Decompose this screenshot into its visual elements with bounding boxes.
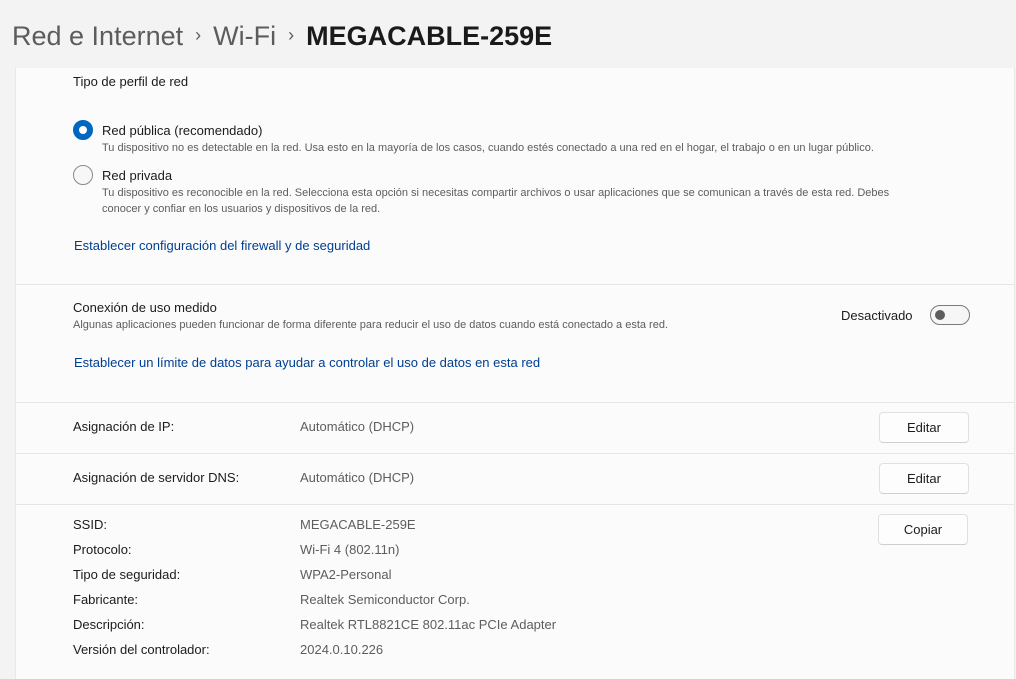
settings-page: Red e Internet › Wi-Fi › MEGACABLE-259E …	[0, 0, 1016, 679]
metered-connection-description: Algunas aplicaciones pueden funcionar de…	[73, 319, 669, 331]
dns-assignment-section: Asignación de servidor DNS: Automático (…	[16, 454, 1014, 504]
edit-dns-button[interactable]: Editar	[879, 463, 969, 494]
copy-properties-button[interactable]: Copiar	[878, 514, 968, 545]
metered-connection-toggle[interactable]	[930, 305, 970, 325]
dns-assignment-label: Asignación de servidor DNS:	[73, 470, 240, 485]
property-value-ssid: MEGACABLE-259E	[300, 517, 416, 532]
private-network-description-line1: Tu dispositivo es reconocible en la red.…	[102, 187, 890, 199]
firewall-settings-link[interactable]: Establecer configuración del firewall y …	[74, 238, 370, 253]
property-label-manufacturer: Fabricante:	[73, 592, 139, 607]
settings-content: Tipo de perfil de red Red pública (recom…	[15, 68, 1015, 679]
property-value-manufacturer: Realtek Semiconductor Corp.	[300, 592, 470, 607]
private-network-label[interactable]: Red privada	[102, 168, 172, 183]
property-label-protocol: Protocolo:	[73, 542, 132, 557]
property-value-security-type: WPA2-Personal	[300, 567, 392, 582]
breadcrumb: Red e Internet › Wi-Fi › MEGACABLE-259E	[12, 14, 552, 58]
chevron-right-icon: ›	[195, 24, 202, 45]
public-network-label[interactable]: Red pública (recomendado)	[102, 123, 262, 138]
chevron-right-icon: ›	[288, 24, 295, 45]
property-label-security-type: Tipo de seguridad:	[73, 567, 181, 582]
network-profile-title: Tipo de perfil de red	[73, 74, 189, 89]
network-properties-section: Copiar SSID: MEGACABLE-259E Protocolo: W…	[16, 505, 1014, 679]
property-value-description: Realtek RTL8821CE 802.11ac PCIe Adapter	[300, 617, 557, 632]
metered-connection-section: Conexión de uso medido Algunas aplicacio…	[16, 285, 1014, 402]
ip-assignment-section: Asignación de IP: Automático (DHCP) Edit…	[16, 403, 1014, 453]
breadcrumb-item-network[interactable]: Red e Internet	[12, 21, 183, 52]
metered-connection-title: Conexión de uso medido	[73, 300, 217, 315]
dns-assignment-value: Automático (DHCP)	[300, 470, 415, 485]
edit-ip-button[interactable]: Editar	[879, 412, 969, 443]
public-network-description: Tu dispositivo no es detectable en la re…	[102, 142, 874, 154]
public-network-radio[interactable]	[73, 120, 93, 140]
property-value-protocol: Wi-Fi 4 (802.11n)	[300, 542, 400, 557]
property-label-description: Descripción:	[73, 617, 145, 632]
data-limit-link[interactable]: Establecer un límite de datos para ayuda…	[74, 355, 540, 370]
breadcrumb-item-wifi[interactable]: Wi-Fi	[213, 21, 276, 52]
private-network-description-line2: conocer y confiar en los usuarios y disp…	[102, 203, 381, 215]
property-label-ssid: SSID:	[73, 517, 107, 532]
page-title: MEGACABLE-259E	[306, 20, 553, 51]
network-profile-section: Tipo de perfil de red Red pública (recom…	[16, 68, 1014, 284]
property-value-driver-version: 2024.0.10.226	[300, 642, 384, 657]
ip-assignment-value: Automático (DHCP)	[300, 419, 415, 434]
toggle-knob	[935, 310, 945, 320]
ip-assignment-label: Asignación de IP:	[73, 419, 175, 434]
metered-toggle-state-label: Desactivado	[841, 308, 913, 323]
property-label-driver-version: Versión del controlador:	[73, 642, 210, 657]
private-network-radio[interactable]	[73, 165, 93, 185]
